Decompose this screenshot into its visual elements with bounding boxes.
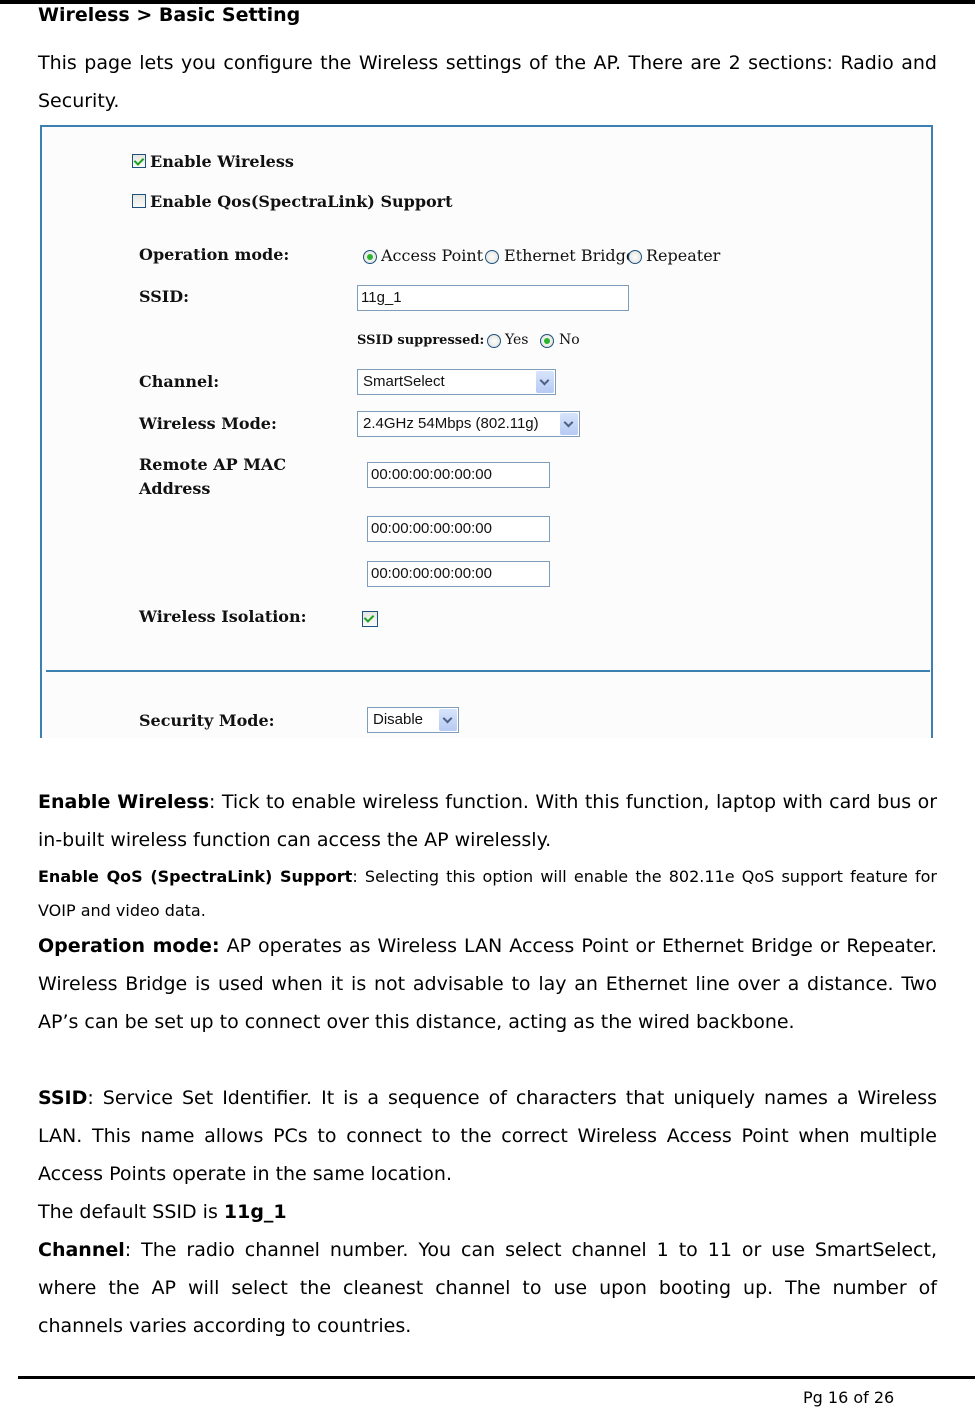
default-ssid-value: 11g_1 — [223, 1201, 287, 1223]
chevron-down-icon — [439, 709, 457, 731]
term: Enable Wireless — [38, 791, 210, 813]
section-divider — [46, 670, 930, 672]
access-point-option: Access Point — [381, 246, 484, 265]
ssid-description: SSID: Service Set Identifier. It is a se… — [38, 1079, 937, 1193]
wireless-mode-label: Wireless Mode: — [139, 414, 277, 433]
enable-qos-label: Enable Qos(SpectraLink) Support — [150, 192, 453, 211]
security-mode-value: Disable — [373, 711, 424, 728]
channel-select[interactable]: SmartSelect — [357, 369, 556, 395]
enable-wireless-description: Enable Wireless: Tick to enable wireless… — [38, 783, 937, 859]
ssid-suppressed-yes-option: Yes — [505, 332, 529, 348]
ethernet-bridge-radio[interactable] — [485, 250, 499, 264]
remote-ap-mac-input-3[interactable]: 00:00:00:00:00:00 — [367, 561, 550, 587]
term: Enable QoS (SpectraLink) Support — [38, 867, 353, 886]
operation-mode-label: Operation mode: — [139, 245, 290, 264]
term: Operation mode: — [38, 935, 220, 957]
ethernet-bridge-option: Ethernet Bridge — [504, 246, 636, 265]
page-heading: Wireless > Basic Setting — [38, 4, 301, 26]
channel-description: Channel: The radio channel number. You c… — [38, 1231, 937, 1345]
remote-ap-mac-input-2[interactable]: 00:00:00:00:00:00 — [367, 516, 550, 542]
ssid-input[interactable]: 11g_1 — [357, 285, 629, 311]
wireless-mode-select[interactable]: 2.4GHz 54Mbps (802.11g) — [357, 411, 580, 437]
chevron-down-icon — [536, 371, 554, 393]
repeater-radio[interactable] — [628, 250, 642, 264]
enable-wireless-label: Enable Wireless — [150, 152, 294, 171]
term: SSID — [38, 1087, 88, 1109]
ssid-label: SSID: — [139, 287, 190, 306]
wireless-isolation-checkbox[interactable] — [362, 611, 378, 627]
text: The default SSID is — [38, 1201, 224, 1223]
enable-qos-checkbox[interactable] — [132, 194, 146, 208]
security-mode-label: Security Mode: — [139, 711, 275, 730]
ssid-suppressed-no-option: No — [559, 332, 580, 348]
remote-ap-mac-input-1[interactable]: 00:00:00:00:00:00 — [367, 462, 550, 488]
operation-mode-description: Operation mode: AP operates as Wireless … — [38, 927, 937, 1041]
ssid-suppressed-no-radio[interactable] — [540, 334, 554, 348]
enable-qos-description: Enable QoS (SpectraLink) Support: Select… — [38, 860, 937, 928]
channel-label: Channel: — [139, 372, 220, 391]
security-mode-select[interactable]: Disable — [367, 707, 459, 733]
chevron-down-icon — [560, 413, 578, 435]
intro-paragraph: This page lets you configure the Wireles… — [38, 52, 937, 112]
wireless-settings-screenshot: Enable Wireless Enable Qos(SpectraLink) … — [40, 125, 933, 738]
enable-wireless-checkbox[interactable] — [132, 154, 146, 168]
text: : The radio channel number. You can sele… — [38, 1239, 937, 1337]
ssid-suppressed-yes-radio[interactable] — [487, 334, 501, 348]
wireless-mode-value: 2.4GHz 54Mbps (802.11g) — [363, 415, 539, 432]
term: Channel — [38, 1239, 125, 1261]
bottom-rule — [18, 1376, 975, 1379]
default-ssid-line: The default SSID is 11g_1 — [38, 1193, 937, 1231]
remote-ap-mac-label-line2: Address — [139, 479, 211, 498]
access-point-radio[interactable] — [363, 250, 377, 264]
channel-value: SmartSelect — [363, 373, 445, 390]
ssid-suppressed-label: SSID suppressed: — [357, 333, 485, 348]
remote-ap-mac-label-line1: Remote AP MAC — [139, 455, 287, 474]
text: : Service Set Identifier. It is a sequen… — [38, 1087, 937, 1185]
repeater-option: Repeater — [646, 246, 721, 265]
page-number: Pg 16 of 26 — [803, 1388, 895, 1407]
wireless-isolation-label: Wireless Isolation: — [139, 607, 307, 626]
